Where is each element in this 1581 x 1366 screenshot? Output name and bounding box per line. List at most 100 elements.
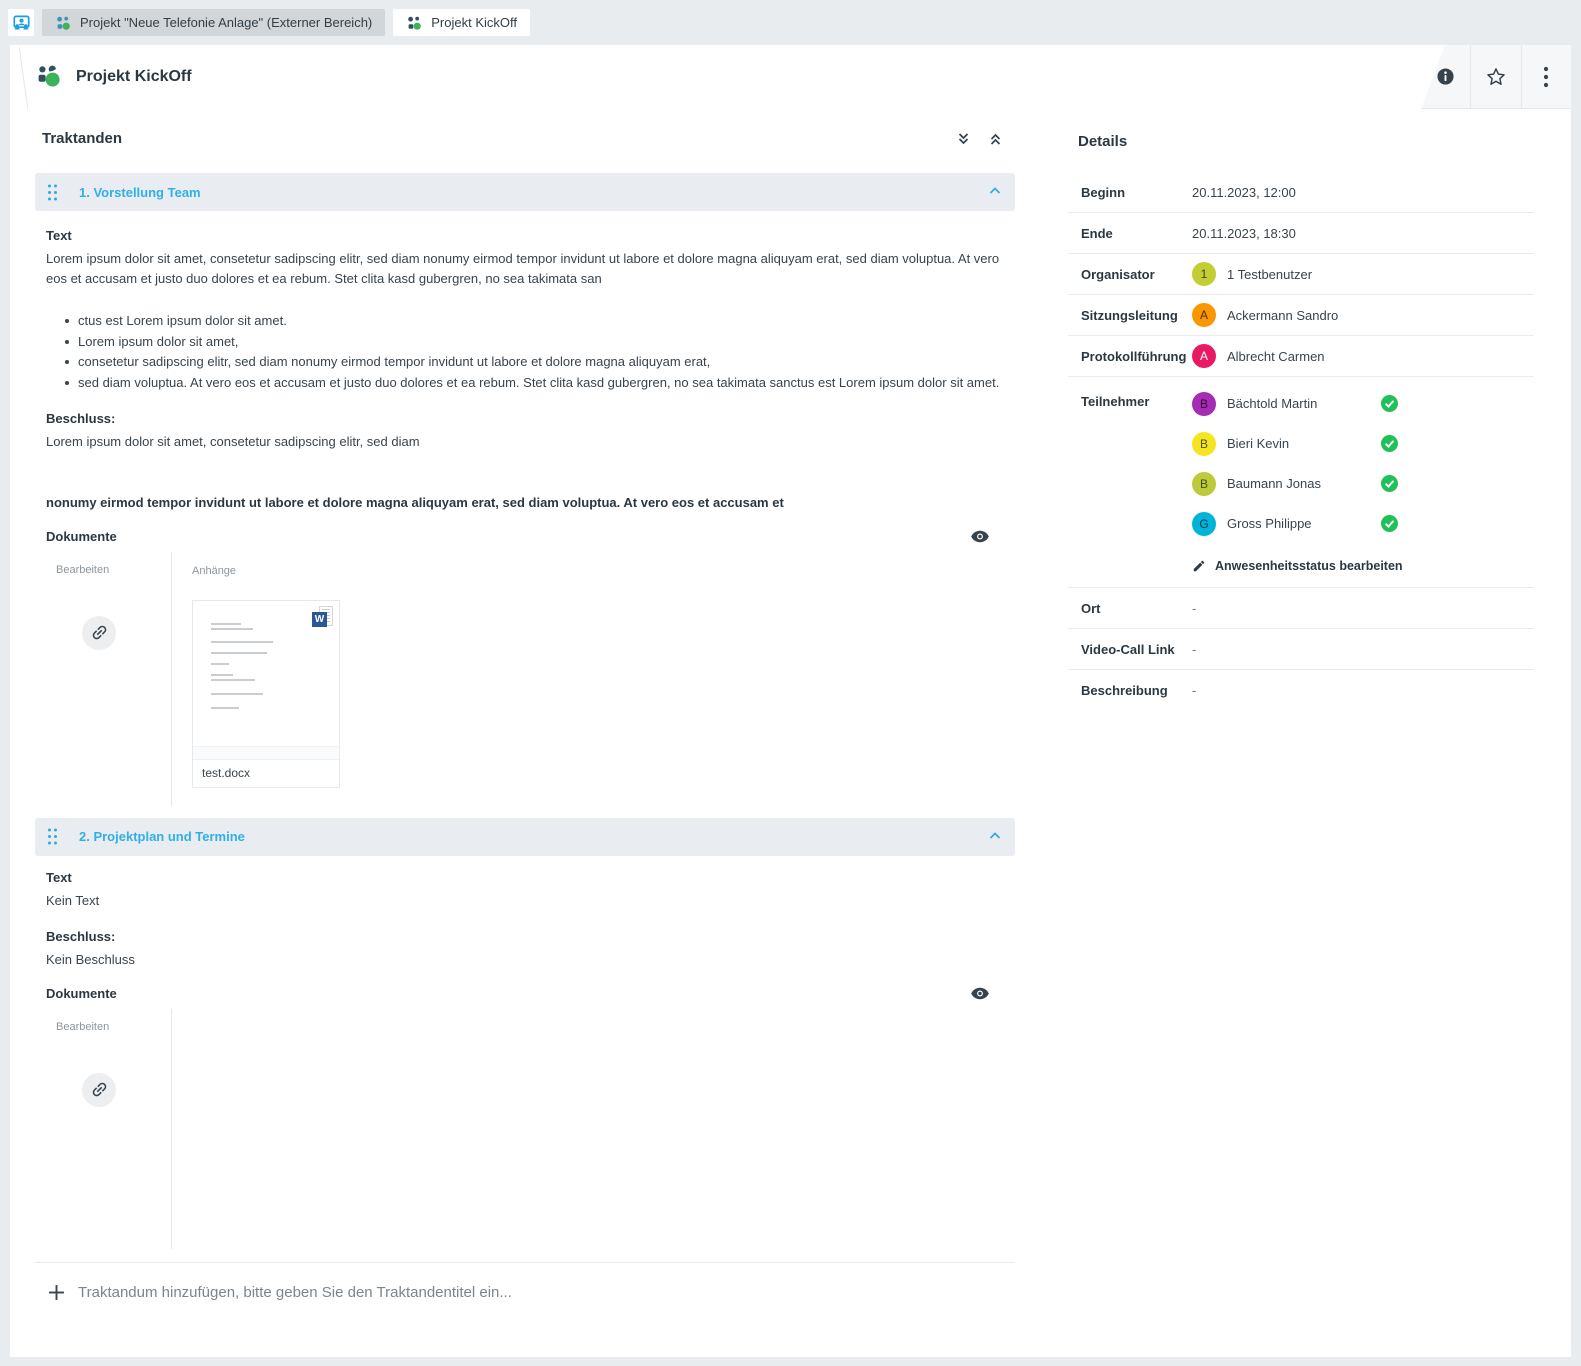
description-value: -	[1191, 683, 1196, 698]
tab-meeting-label: Projekt KickOff	[431, 15, 517, 30]
decision-label: Beschluss:	[46, 929, 1015, 944]
favorite-button[interactable]	[1470, 45, 1520, 108]
participant-row: B Bächtold Martin	[1192, 390, 1398, 417]
participant-name: Gross Philippe	[1227, 516, 1312, 531]
attendance-check-icon	[1381, 395, 1398, 412]
participants-label: Teilnehmer	[1081, 390, 1191, 409]
decision-label: Beschluss:	[46, 411, 1015, 426]
text-content: Lorem ipsum dolor sit amet, consetetur s…	[46, 249, 1004, 289]
detail-row-chair: Sitzungsleitung A Ackermann Sandro	[1068, 295, 1534, 336]
agenda-heading: Traktanden	[42, 130, 122, 147]
plus-icon	[48, 1284, 65, 1301]
chevron-up-icon	[988, 186, 1002, 196]
bullet-list: ctus est Lorem ipsum dolor sit amet. Lor…	[46, 311, 1015, 393]
avatar: 1	[1192, 262, 1216, 286]
link-icon	[86, 1076, 113, 1103]
attachment-filename: test.docx	[193, 760, 339, 787]
collapse-item-button[interactable]	[988, 828, 1002, 846]
avatar: B	[1192, 392, 1216, 416]
main-card: Projekt KickOff	[10, 45, 1571, 1357]
edit-documents-label: Bearbeiten	[56, 1021, 109, 1033]
location-value: -	[1191, 601, 1196, 616]
meeting-app-icon	[35, 63, 63, 91]
bullet-item: sed diam voluptua. At vero eos et accusa…	[46, 373, 1015, 393]
agenda-item-1-header[interactable]: 1. Vorstellung Team	[35, 173, 1015, 211]
header-diagonal-divider	[19, 47, 29, 109]
text-label: Text	[46, 228, 1015, 243]
expand-all-button[interactable]	[956, 131, 971, 147]
home-tab[interactable]	[8, 9, 34, 36]
kebab-menu-icon	[1543, 66, 1549, 88]
participant-name: Baumann Jonas	[1227, 476, 1321, 491]
begin-label: Beginn	[1081, 185, 1191, 200]
meeting-icon	[406, 15, 422, 31]
collapse-item-button[interactable]	[988, 183, 1002, 201]
avatar: A	[1192, 344, 1216, 368]
collapse-all-button[interactable]	[988, 131, 1003, 147]
double-chevron-up-icon	[988, 131, 1003, 147]
attachment-card[interactable]: W	[192, 600, 340, 788]
drag-handle-icon[interactable]	[46, 183, 59, 202]
detail-row-participants: Teilnehmer B Bächtold Martin B Bieri Kev…	[1068, 377, 1534, 588]
edit-documents-label: Bearbeiten	[56, 564, 109, 576]
divider	[193, 747, 339, 760]
info-icon	[1435, 66, 1456, 87]
tab-project[interactable]: Projekt "Neue Telefonie Anlage" (Externe…	[42, 9, 385, 36]
add-agenda-item-input[interactable]	[78, 1284, 718, 1301]
tab-project-label: Projekt "Neue Telefonie Anlage" (Externe…	[80, 15, 372, 30]
tab-meeting[interactable]: Projekt KickOff	[393, 9, 530, 36]
agenda-item-2-header[interactable]: 2. Projektplan und Termine	[35, 818, 1015, 856]
begin-value: 20.11.2023, 12:00	[1191, 185, 1296, 200]
location-label: Ort	[1081, 601, 1191, 616]
participant-name: Bächtold Martin	[1227, 396, 1317, 411]
attendance-check-icon	[1381, 515, 1398, 532]
minutes-name: Albrecht Carmen	[1227, 349, 1325, 364]
chair-label: Sitzungsleitung	[1081, 308, 1191, 323]
link-document-button[interactable]	[82, 1073, 116, 1107]
edit-attendance-label: Anwesenheitsstatus bearbeiten	[1215, 559, 1403, 573]
info-button[interactable]	[1421, 45, 1470, 108]
video-link-label: Video-Call Link	[1081, 642, 1191, 657]
agenda-item-2: 2. Projektplan und Termine Text Kein Tex…	[35, 818, 1015, 1249]
details-heading: Details	[1078, 133, 1534, 150]
edit-attendance-button[interactable]: Anwesenheitsstatus bearbeiten	[1192, 559, 1403, 573]
video-link-value: -	[1191, 642, 1196, 657]
detail-row-organizer: Organisator 1 1 Testbenutzer	[1068, 254, 1534, 295]
link-document-button[interactable]	[82, 616, 116, 650]
add-agenda-item-row	[35, 1262, 1015, 1323]
avatar: B	[1192, 432, 1216, 456]
avatar: G	[1192, 512, 1216, 536]
meetings-home-icon	[13, 14, 30, 31]
attendance-check-icon	[1381, 435, 1398, 452]
agenda-item-title: 1. Vorstellung Team	[79, 185, 201, 200]
link-icon	[86, 619, 113, 646]
eye-icon	[971, 987, 989, 1000]
more-menu-button[interactable]	[1521, 45, 1571, 108]
agenda-item-title: 2. Projektplan und Termine	[79, 829, 245, 844]
participant-row: G Gross Philippe	[1192, 510, 1398, 537]
organizer-name: 1 Testbenutzer	[1227, 267, 1312, 282]
documents-label: Dokumente	[46, 986, 117, 1001]
participant-row: B Bieri Kevin	[1192, 430, 1398, 457]
drag-handle-icon[interactable]	[46, 827, 59, 846]
documents-label: Dokumente	[46, 529, 117, 544]
page-title: Projekt KickOff	[76, 68, 192, 86]
decision-text: Lorem ipsum dolor sit amet, consetetur s…	[46, 432, 1004, 452]
detail-row-location: Ort -	[1068, 588, 1534, 629]
attachment-preview: W	[193, 601, 339, 747]
bullet-item: Lorem ipsum dolor sit amet,	[46, 332, 1015, 352]
detail-row-minutes: Protokollführung A Albrecht Carmen	[1068, 336, 1534, 377]
toggle-documents-button[interactable]	[971, 987, 989, 1000]
header-actions	[1421, 45, 1571, 109]
chevron-up-icon	[988, 831, 1002, 841]
chair-name: Ackermann Sandro	[1227, 308, 1338, 323]
decision-text-bold: nonumy eirmod tempor invidunt ut labore …	[46, 493, 1004, 513]
toggle-documents-button[interactable]	[971, 530, 989, 543]
detail-row-video-link: Video-Call Link -	[1068, 629, 1534, 670]
word-file-icon: W	[312, 606, 333, 629]
attendance-check-icon	[1381, 475, 1398, 492]
decision-text: Kein Beschluss	[46, 950, 1004, 970]
project-icon	[55, 15, 71, 31]
participant-name: Bieri Kevin	[1227, 436, 1289, 451]
star-icon	[1485, 66, 1507, 88]
